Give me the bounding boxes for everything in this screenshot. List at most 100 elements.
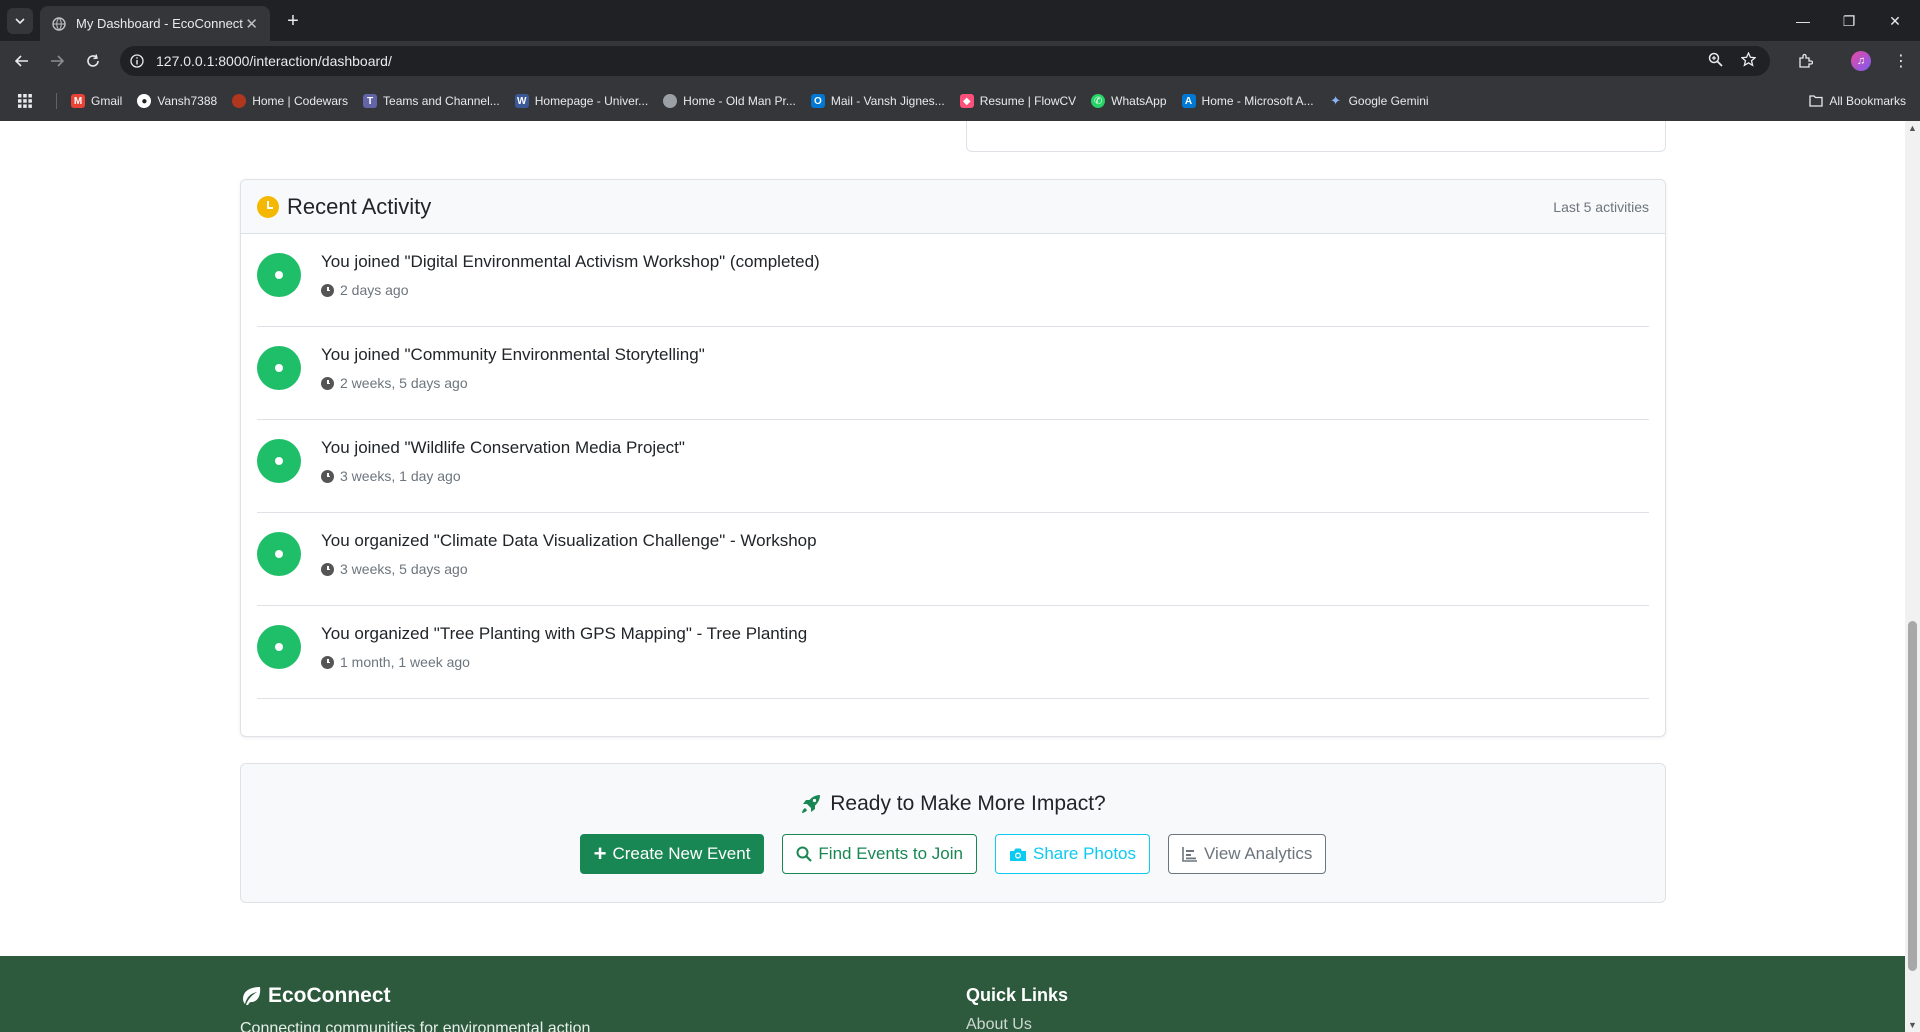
activity-time: 2 days ago bbox=[321, 282, 820, 298]
tab-title: My Dashboard - EcoConnect bbox=[76, 16, 243, 31]
list-item: You joined "Digital Environmental Activi… bbox=[257, 234, 1649, 327]
activity-text: You organized "Tree Planting with GPS Ma… bbox=[321, 624, 808, 643]
site-info-icon[interactable] bbox=[130, 54, 144, 68]
back-button[interactable] bbox=[10, 49, 34, 73]
impact-cta-panel: Ready to Make More Impact? + Create New … bbox=[240, 763, 1666, 903]
avatar: ♫ bbox=[1851, 51, 1871, 71]
activity-text: You joined "Digital Environmental Activi… bbox=[321, 252, 820, 271]
share-photos-button[interactable]: Share Photos bbox=[995, 834, 1151, 874]
github-icon: ● bbox=[137, 94, 152, 108]
page-scrollbar[interactable]: ▲ ▼ bbox=[1905, 121, 1920, 1032]
activity-dot-icon bbox=[257, 532, 301, 576]
bookmark-flowcv[interactable]: ◆ Resume | FlowCV bbox=[959, 94, 1076, 108]
recent-activity-header: Recent Activity Last 5 activities bbox=[241, 180, 1665, 234]
activity-count: Last 5 activities bbox=[1553, 198, 1649, 215]
folder-icon bbox=[1809, 95, 1823, 107]
address-bar[interactable]: 127.0.0.1:8000/interaction/dashboard/ bbox=[120, 46, 1770, 76]
bookmark-microsoft[interactable]: A Home - Microsoft A... bbox=[1181, 94, 1314, 108]
restore-button[interactable]: ❐ bbox=[1826, 8, 1872, 34]
clock-icon bbox=[321, 283, 334, 297]
url-text: 127.0.0.1:8000/interaction/dashboard/ bbox=[156, 53, 392, 69]
reload-button[interactable] bbox=[81, 49, 105, 73]
list-item: You organized "Tree Planting with GPS Ma… bbox=[257, 606, 1649, 699]
activity-time: 3 weeks, 1 day ago bbox=[321, 468, 685, 484]
activity-dot-icon bbox=[257, 346, 301, 390]
chart-bar-icon bbox=[1182, 847, 1198, 862]
bookmark-old-man[interactable]: Home - Old Man Pr... bbox=[663, 94, 796, 108]
activity-time: 1 month, 1 week ago bbox=[321, 654, 807, 670]
profile-button[interactable]: ♫ bbox=[1851, 49, 1871, 73]
puzzle-icon bbox=[1799, 53, 1813, 68]
leaf-icon bbox=[243, 987, 261, 1005]
bookmark-github[interactable]: ● Vansh7388 bbox=[137, 94, 217, 108]
activity-text: You joined "Community Environmental Stor… bbox=[321, 345, 705, 364]
whatsapp-icon: ✆ bbox=[1091, 94, 1106, 108]
apps-grid-icon[interactable] bbox=[18, 94, 32, 108]
new-tab-button[interactable]: + bbox=[280, 8, 306, 34]
bookmark-gmail[interactable]: M Gmail bbox=[71, 94, 122, 108]
quick-links-heading: Quick Links bbox=[966, 985, 1069, 1005]
clock-icon bbox=[257, 195, 279, 218]
close-window-button[interactable]: ✕ bbox=[1872, 8, 1918, 34]
activity-text: You joined "Wildlife Conservation Media … bbox=[321, 438, 685, 457]
plus-icon: + bbox=[593, 841, 607, 866]
activity-dot-icon bbox=[257, 625, 301, 669]
gmail-icon: M bbox=[71, 94, 85, 108]
bookmark-star-icon[interactable] bbox=[1740, 51, 1757, 70]
find-events-button[interactable]: Find Events to Join bbox=[782, 834, 977, 874]
menu-button[interactable]: ⋮ bbox=[1893, 49, 1909, 73]
rocket-icon bbox=[802, 795, 821, 813]
clock-icon bbox=[321, 655, 334, 669]
browser-toolbar: 127.0.0.1:8000/interaction/dashboard/ ♫ … bbox=[0, 41, 1920, 81]
tab-search-button[interactable] bbox=[7, 8, 33, 34]
activity-dot-icon bbox=[257, 439, 301, 483]
browser-tab-active[interactable]: My Dashboard - EcoConnect ✕ bbox=[40, 6, 270, 41]
extensions-button[interactable] bbox=[1797, 49, 1813, 73]
scroll-down-icon[interactable]: ▼ bbox=[1908, 1020, 1917, 1030]
university-icon: W bbox=[514, 94, 529, 108]
arrow-left-icon bbox=[15, 55, 28, 67]
bookmark-outlook[interactable]: O Mail - Vansh Jignes... bbox=[810, 94, 945, 108]
minimize-button[interactable]: — bbox=[1780, 8, 1826, 34]
close-tab-icon[interactable]: ✕ bbox=[245, 15, 258, 33]
previous-card-bottom bbox=[966, 121, 1666, 152]
view-analytics-button[interactable]: View Analytics bbox=[1168, 834, 1327, 874]
browser-tabstrip: My Dashboard - EcoConnect ✕ + — ❐ ✕ bbox=[0, 0, 1920, 41]
camera-icon bbox=[1010, 848, 1026, 861]
site-footer: EcoConnect Connecting communities for en… bbox=[0, 956, 1905, 1032]
bookmarks-divider bbox=[56, 93, 57, 109]
arrow-right-icon bbox=[51, 55, 64, 67]
reload-icon bbox=[87, 54, 99, 67]
create-event-button[interactable]: + Create New Event bbox=[579, 834, 765, 874]
bookmark-whatsapp[interactable]: ✆ WhatsApp bbox=[1091, 94, 1167, 108]
globe-icon bbox=[52, 16, 66, 31]
bookmark-gemini[interactable]: ✦ Google Gemini bbox=[1329, 93, 1429, 108]
scrollbar-thumb[interactable] bbox=[1908, 621, 1917, 971]
zoom-icon[interactable] bbox=[1708, 52, 1723, 70]
activity-list: You joined "Digital Environmental Activi… bbox=[241, 234, 1665, 699]
activity-dot-icon bbox=[257, 253, 301, 297]
codewars-icon bbox=[232, 94, 247, 108]
bookmarks-bar: M Gmail ● Vansh7388 Home | Codewars T Teams… bbox=[0, 81, 1920, 122]
forward-button[interactable] bbox=[45, 49, 69, 73]
quick-link-about[interactable]: About Us bbox=[966, 1016, 1032, 1032]
activity-time: 3 weeks, 5 days ago bbox=[321, 561, 817, 577]
scroll-up-icon[interactable]: ▲ bbox=[1908, 123, 1917, 133]
clock-icon bbox=[321, 376, 334, 390]
footer-brand[interactable]: EcoConnect bbox=[240, 984, 391, 1008]
list-item: You joined "Community Environmental Stor… bbox=[257, 327, 1649, 420]
bookmark-codewars[interactable]: Home | Codewars bbox=[232, 94, 348, 108]
recent-activity-title: Recent Activity bbox=[287, 193, 432, 219]
bookmark-teams[interactable]: T Teams and Channel... bbox=[363, 94, 500, 108]
gemini-icon: ✦ bbox=[1330, 93, 1342, 108]
list-item: You joined "Wildlife Conservation Media … bbox=[257, 420, 1649, 513]
globe-icon bbox=[663, 94, 678, 108]
flowcv-icon: ◆ bbox=[959, 94, 974, 108]
footer-tagline: Connecting communities for environmental… bbox=[240, 1020, 591, 1032]
clock-icon bbox=[321, 469, 334, 483]
more-vertical-icon: ⋮ bbox=[1893, 53, 1909, 70]
all-bookmarks-button[interactable]: All Bookmarks bbox=[1809, 94, 1906, 108]
bookmark-university[interactable]: W Homepage - Univer... bbox=[514, 94, 648, 108]
cta-heading: Ready to Make More Impact? bbox=[241, 792, 1665, 816]
page-viewport: Recent Activity Last 5 activities You jo… bbox=[0, 121, 1905, 1032]
